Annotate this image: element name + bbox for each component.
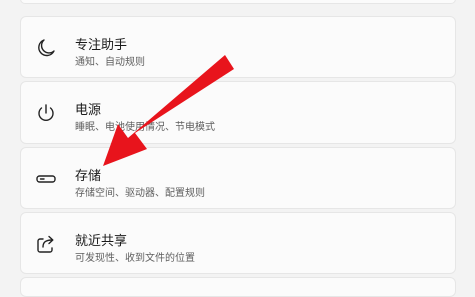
share-icon: [37, 235, 54, 253]
storage-drive-icon: [36, 175, 56, 183]
settings-card-partial-top: [20, 0, 456, 4]
moon-icon: [38, 39, 55, 57]
settings-item-subtitle: 存储空间、驱动器、配置规则: [75, 188, 205, 199]
power-icon: [38, 104, 54, 122]
settings-item-subtitle: 通知、自动规则: [75, 57, 145, 68]
settings-item-nearby-sharing[interactable]: 就近共享 可发现性、收到文件的位置: [20, 212, 456, 274]
settings-item-focus-assist[interactable]: 专注助手 通知、自动规则: [20, 16, 456, 78]
settings-card-partial-bottom: [20, 277, 456, 297]
settings-item-title: 电源: [75, 103, 102, 118]
settings-item-subtitle: 睡眠、电池使用情况、节电模式: [75, 122, 215, 133]
settings-item-storage[interactable]: 存储 存储空间、驱动器、配置规则: [20, 147, 456, 209]
settings-item-title: 专注助手: [75, 38, 128, 53]
settings-item-title: 存储: [75, 169, 102, 184]
settings-item-title: 就近共享: [75, 234, 128, 249]
settings-item-subtitle: 可发现性、收到文件的位置: [75, 253, 195, 264]
settings-item-power[interactable]: 电源 睡眠、电池使用情况、节电模式: [20, 81, 456, 144]
